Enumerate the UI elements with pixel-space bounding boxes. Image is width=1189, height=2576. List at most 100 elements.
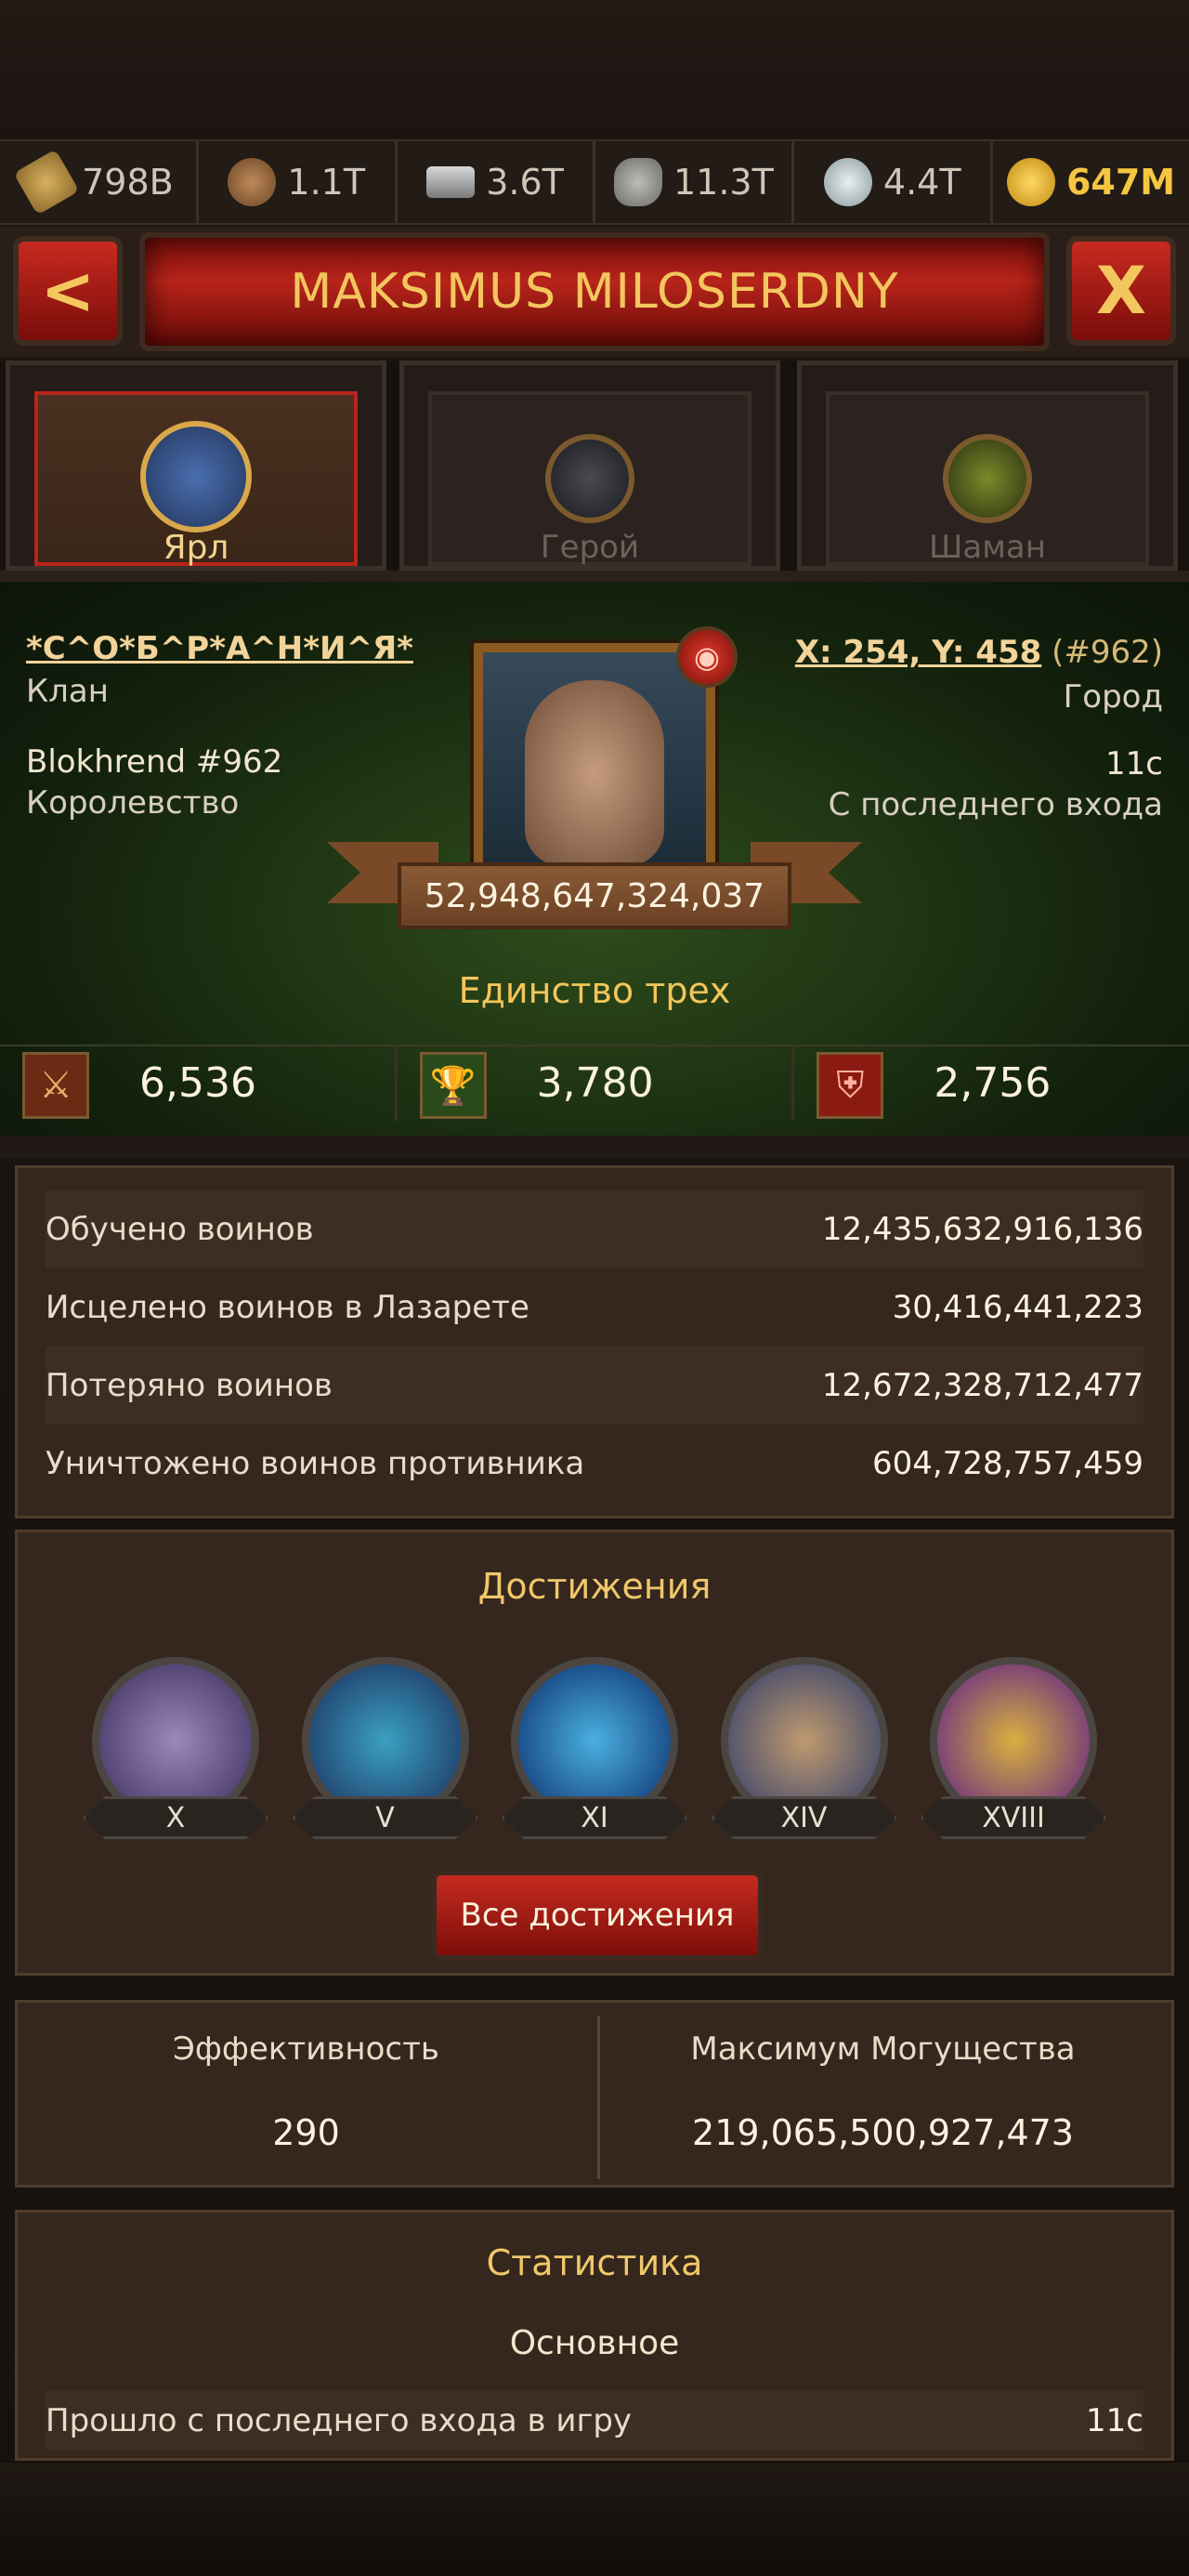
table-row: Потеряно воинов 12,672,328,712,477 <box>46 1347 1143 1425</box>
stat-trophy[interactable]: 🏆 3,780 <box>398 1046 795 1121</box>
coords-kingdom-number: (#962) <box>1052 634 1163 671</box>
avatar-face <box>525 680 664 866</box>
efficiency-value: 290 <box>272 2112 340 2153</box>
resource-wheat[interactable]: 798B <box>0 141 199 223</box>
resource-gold[interactable]: 647M <box>993 141 1189 223</box>
achievement-level: XIV <box>711 1796 897 1839</box>
row-label: Обучено воинов <box>46 1211 314 1248</box>
achievement-item[interactable]: V <box>292 1657 478 1843</box>
row-value: 12,435,632,916,136 <box>821 1211 1143 1248</box>
achievement-level: V <box>292 1796 478 1839</box>
achievements-list: X V XI XIV XVIII <box>83 1657 1106 1843</box>
title-plate: MAKSIMUS MILOSERDNY <box>139 232 1050 351</box>
achievement-level: X <box>83 1796 268 1839</box>
page-title: MAKSIMUS MILOSERDNY <box>290 264 899 320</box>
tab-jarl[interactable]: Ярл <box>6 361 386 571</box>
back-button[interactable]: < <box>13 236 123 346</box>
clan-caption: Клан <box>26 673 109 710</box>
kingdom-caption: Королевство <box>26 784 240 821</box>
city-caption: Город <box>1063 678 1163 716</box>
iron-icon <box>426 166 476 198</box>
efficiency-column: Эффективность 290 <box>18 2003 594 2185</box>
hero-avatar-icon <box>545 434 634 523</box>
achievement-level: XVIII <box>921 1796 1106 1839</box>
achievement-item[interactable]: XIV <box>711 1657 897 1843</box>
table-row: Исцелено воинов в Лазарете 30,416,441,22… <box>46 1268 1143 1347</box>
achievement-item[interactable]: XI <box>502 1657 687 1843</box>
coords-link[interactable]: X: 254, Y: 458 <box>795 634 1041 671</box>
table-row: Обучено воинов 12,435,632,916,136 <box>46 1190 1143 1268</box>
tab-shaman[interactable]: Шаман <box>797 361 1178 571</box>
divider <box>0 571 1189 582</box>
resource-wood[interactable]: 1.1T <box>199 141 398 223</box>
resource-silver[interactable]: 4.4T <box>794 141 994 223</box>
stone-icon <box>613 158 662 206</box>
power-value: 52,948,647,324,037 <box>398 862 791 929</box>
jarl-avatar-icon <box>140 421 252 532</box>
row-value: 11с <box>1086 2402 1143 2439</box>
app-root: 798B 1.1T 3.6T 11.3T 4.4T 647M < MAKSIMU… <box>0 0 1189 2576</box>
achievement-level: XI <box>502 1796 687 1839</box>
all-achievements-button[interactable]: Все достижения <box>432 1871 763 1960</box>
row-value: 604,728,757,459 <box>871 1445 1143 1482</box>
resource-bar: 798B 1.1T 3.6T 11.3T 4.4T 647M <box>0 139 1189 225</box>
troops-panel: Обучено воинов 12,435,632,916,136 Исцеле… <box>15 1165 1174 1518</box>
resource-value: 11.3T <box>673 162 774 203</box>
statistics-title: Статистика <box>486 2242 703 2283</box>
tab-hero[interactable]: Герой <box>399 361 780 571</box>
row-value: 30,416,441,223 <box>892 1289 1143 1326</box>
resource-iron[interactable]: 3.6T <box>398 141 596 223</box>
resource-value: 1.1T <box>287 162 366 203</box>
stat-attack[interactable]: ⚔ 6,536 <box>0 1046 398 1121</box>
player-avatar[interactable] <box>474 643 715 894</box>
statistics-section: Основное <box>509 2324 680 2362</box>
max-power-column: Максимум Могущества 219,065,500,927,473 <box>594 2003 1171 2185</box>
row-label: Потеряно воинов <box>46 1367 333 1404</box>
resource-value: 647M <box>1065 162 1176 203</box>
last-seen-caption: С последнего входа <box>828 786 1163 823</box>
resource-value: 4.4T <box>882 162 961 203</box>
close-button[interactable]: X <box>1066 236 1176 346</box>
player-motto: Единство трех <box>458 970 731 1011</box>
achievement-item[interactable]: XVIII <box>921 1657 1106 1843</box>
row-value: 12,672,328,712,477 <box>821 1367 1143 1404</box>
title-bar: < MAKSIMUS MILOSERDNY X <box>0 227 1189 357</box>
eye-icon[interactable]: ◉ <box>676 626 738 688</box>
clan-link[interactable]: *С^О*Б^Р*А^Н*И^Я* <box>26 630 413 667</box>
max-power-label: Максимум Могущества <box>690 2031 1076 2068</box>
row-label: Прошло с последнего входа в игру <box>46 2402 633 2439</box>
status-bar-area <box>0 0 1189 139</box>
kingdom-name: Blokhrend #962 <box>26 743 283 781</box>
resource-value: 798B <box>82 162 174 203</box>
efficiency-label: Эффективность <box>173 2031 439 2068</box>
achievement-item[interactable]: X <box>83 1657 268 1843</box>
stat-value: 3,780 <box>536 1059 654 1107</box>
crossed-swords-icon: ⚔ <box>22 1052 89 1119</box>
silver-icon <box>823 158 872 206</box>
power-summary-panel: Эффективность 290 Максимум Могущества 21… <box>15 2000 1174 2188</box>
shaman-avatar-icon <box>943 434 1032 523</box>
resource-value: 3.6T <box>486 162 564 203</box>
resource-stone[interactable]: 11.3T <box>595 141 795 223</box>
tab-bar: Ярл Герой Шаман <box>0 361 1189 571</box>
bottom-frame <box>0 2463 1189 2576</box>
shield-icon: ⛨ <box>817 1052 884 1119</box>
tab-label: Ярл <box>163 529 229 567</box>
achievements-panel: Достижения X V XI XIV XVIII Все достижен… <box>15 1530 1174 1976</box>
close-icon: X <box>1096 253 1146 329</box>
chevron-left-icon: < <box>40 253 96 329</box>
row-label: Исцелено воинов в Лазарете <box>46 1289 529 1326</box>
trophy-icon: 🏆 <box>419 1052 487 1119</box>
tab-label: Герой <box>540 529 640 566</box>
city-coordinates[interactable]: X: 254, Y: 458 (#962) <box>795 634 1163 671</box>
last-seen-value: 11с <box>1105 745 1163 782</box>
stat-defense[interactable]: ⛨ 2,756 <box>794 1046 1189 1121</box>
profile-panel: *С^О*Б^Р*А^Н*И^Я* Клан Blokhrend #962 Ко… <box>0 582 1189 1136</box>
statistics-panel: Статистика Основное Прошло с последнего … <box>15 2210 1174 2461</box>
max-power-value: 219,065,500,927,473 <box>692 2112 1074 2153</box>
divider <box>0 1136 1189 1158</box>
table-row: Прошло с последнего входа в игру 11с <box>46 2391 1143 2451</box>
stat-value: 2,756 <box>934 1059 1052 1107</box>
achievements-title: Достижения <box>477 1566 712 1607</box>
row-label: Уничтожено воинов противника <box>46 1445 585 1482</box>
